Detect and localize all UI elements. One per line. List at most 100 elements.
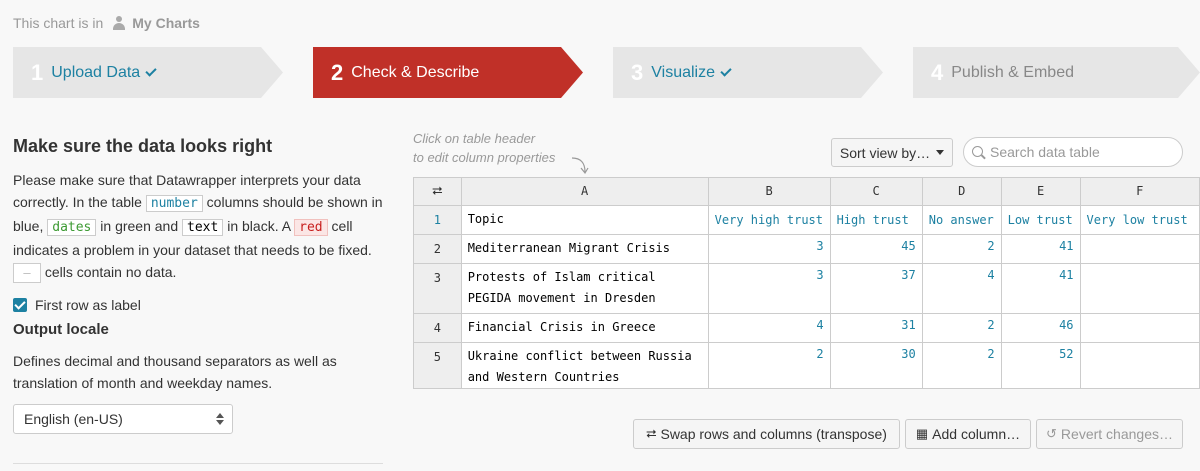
table-cell[interactable]: 2 [922,234,1002,264]
table-cell[interactable] [1080,263,1200,314]
column-header-e[interactable]: E [1001,178,1081,206]
desc-text: in green and [100,218,179,234]
table-icon: ▦ [915,426,929,441]
table-cell[interactable]: 31 [830,313,923,343]
desc-text: in black. A [227,218,291,234]
table-cell[interactable]: Very low trust [1080,205,1200,235]
table-cell[interactable]: 41 [1001,234,1081,264]
step-label: Upload Data [51,63,141,81]
undo-icon: ↺ [1046,426,1057,441]
table-cell[interactable]: 3 [708,234,831,264]
step-label: Visualize [651,63,715,81]
table-cell[interactable] [1080,234,1200,264]
step-number: 4 [931,59,944,85]
red-tag: red [294,219,328,236]
column-edit-hint: Click on table header to edit column pro… [413,129,555,167]
table-cell[interactable]: 37 [830,263,923,314]
left-panel: Make sure the data looks right Please ma… [13,136,383,435]
folder-link[interactable]: My Charts [132,15,200,31]
table-cell[interactable]: 30 [830,342,923,388]
table-cell[interactable]: 4 [708,313,831,343]
add-column-button[interactable]: ▦ Add column… [905,419,1031,449]
desc-text: cells contain no data. [44,264,177,280]
sort-view-label: Sort view by… [839,144,931,161]
table-cell[interactable]: 52 [1001,342,1081,388]
row-number: 1 [414,205,462,235]
hint-line: Click on table header [413,131,536,146]
sort-view-button[interactable]: Sort view by… [831,138,953,167]
row-number: 5 [414,342,462,388]
checkmark-icon [720,65,731,76]
locale-select-value: English (en-US) [24,411,123,428]
row-number: 3 [414,263,462,314]
output-locale-description: Defines decimal and thousand separators … [13,353,337,392]
table-row: 3 Protests of Islam critical PEGIDA move… [414,263,1200,314]
table-cell[interactable]: 45 [830,234,923,264]
search-icon [972,146,983,157]
data-table-container[interactable]: ⮂ A B C D E F 1 Topic Very high trust Hi… [413,177,1200,389]
revert-changes-button[interactable]: ↺ Revert changes… [1036,419,1183,449]
search-data-table[interactable]: Search data table [963,137,1183,167]
column-header-c[interactable]: C [830,178,923,206]
text-tag: text [182,219,224,236]
table-cell[interactable]: Low trust [1001,205,1081,235]
first-row-label-option[interactable]: First row as label [13,297,383,313]
step-label: Check & Describe [351,63,480,81]
section-title: Make sure the data looks right [13,136,273,156]
step-number: 3 [631,59,644,85]
locale-select[interactable]: English (en-US) [13,404,233,435]
revert-label: Revert changes… [1060,426,1173,442]
table-cell[interactable]: Mediterranean Migrant Crisis [461,234,709,264]
curved-arrow-icon [571,157,589,175]
add-column-label: Add column… [932,426,1021,442]
swap-icon: ⮂ [432,183,443,199]
checkmark-icon [146,65,157,76]
table-cell[interactable] [1080,342,1200,388]
column-header-f[interactable]: F [1080,178,1200,206]
empty-cell-tag: — [13,263,41,284]
step-label: Publish & Embed [951,63,1074,81]
column-header-b[interactable]: B [708,178,831,206]
table-cell[interactable]: Protests of Islam critical PEGIDA moveme… [461,263,709,314]
table-cell[interactable]: Financial Crisis in Greece [461,313,709,343]
transpose-button[interactable]: ⮂ Swap rows and columns (transpose) [633,419,900,449]
table-cell[interactable]: 2 [708,342,831,388]
table-row: 4 Financial Crisis in Greece 4 31 2 46 [414,313,1200,343]
transpose-corner[interactable]: ⮂ [414,178,462,206]
table-cell[interactable]: No answer [922,205,1002,235]
table-cell[interactable]: 46 [1001,313,1081,343]
table-cell[interactable]: Very high trust [708,205,831,235]
column-header-a[interactable]: A [461,178,709,206]
first-row-label-text: First row as label [35,297,141,314]
hint-line: to edit column properties [413,150,556,165]
step-upload-data[interactable]: 1 Upload Data [13,47,283,98]
divider [13,463,383,464]
swap-icon: ⮂ [646,426,657,441]
table-cell[interactable]: Topic [461,205,709,235]
step-publish-embed[interactable]: 4 Publish & Embed [913,47,1200,98]
row-number: 2 [414,234,462,264]
table-cell[interactable]: 2 [922,313,1002,343]
caret-down-icon [936,150,945,155]
table-cell[interactable]: 4 [922,263,1002,314]
breadcrumb-prefix: This chart is in [13,15,104,31]
table-cell[interactable]: 2 [922,342,1002,388]
instructions-text: Please make sure that Datawrapper interp… [13,169,383,284]
step-check-describe[interactable]: 2 Check & Describe [313,47,583,98]
table-row: 2 Mediterranean Migrant Crisis 3 45 2 41 [414,234,1200,264]
output-locale-title: Output locale [13,321,109,339]
data-table: ⮂ A B C D E F 1 Topic Very high trust Hi… [414,178,1200,388]
table-cell[interactable] [1080,313,1200,343]
row-number: 4 [414,313,462,343]
table-row: 5 Ukraine conflict between Russia and We… [414,342,1200,388]
table-cell[interactable]: 41 [1001,263,1081,314]
column-header-d[interactable]: D [922,178,1002,206]
step-visualize[interactable]: 3 Visualize [613,47,883,98]
table-cell[interactable]: Ukraine conflict between Russia and West… [461,342,709,388]
table-cell[interactable]: High trust [830,205,923,235]
number-tag: number [145,195,203,212]
user-icon [112,16,126,30]
table-cell[interactable]: 3 [708,263,831,314]
dates-tag: dates [47,219,97,236]
first-row-label-checkbox[interactable] [13,298,27,313]
